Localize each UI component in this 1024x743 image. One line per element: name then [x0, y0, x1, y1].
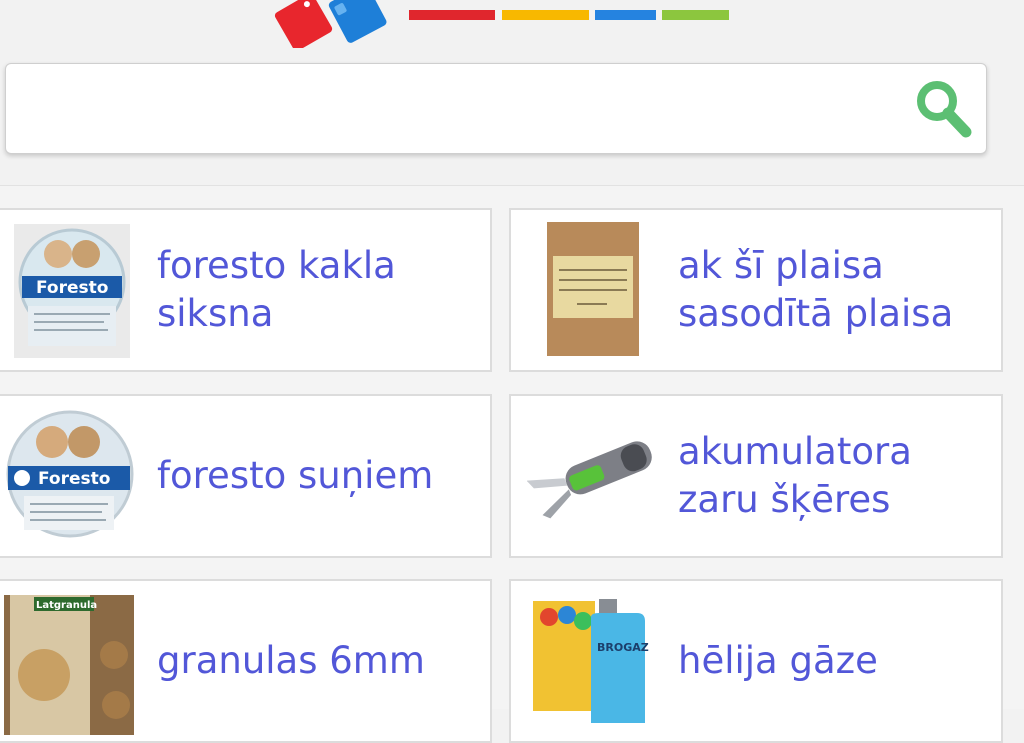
brand-stripe-green [662, 10, 729, 20]
pruning-shears-image [527, 441, 652, 519]
product-card[interactable]: BROGAZ hēlija gāze [509, 579, 1003, 743]
brand-stripe-red [409, 10, 495, 20]
search-bar [5, 63, 987, 154]
brand-stripe-blue [595, 10, 656, 20]
product-label[interactable]: foresto kakla siksna [157, 242, 467, 338]
greeting-card-image [547, 222, 639, 356]
product-card[interactable]: Foresto foresto kakla siksna [0, 208, 492, 372]
product-label[interactable]: granulas 6mm [157, 637, 477, 685]
site-header [0, 0, 1024, 186]
svg-text:Latgranula: Latgranula [36, 600, 97, 611]
svg-text:BROGAZ: BROGAZ [597, 641, 649, 654]
product-label[interactable]: hēlija gāze [678, 637, 998, 685]
site-logo[interactable] [268, 0, 398, 48]
search-button[interactable] [910, 76, 980, 142]
search-icon [917, 81, 972, 138]
product-grid: Foresto foresto kakla siksna ak šī plais… [0, 186, 1024, 743]
product-card[interactable]: Foresto foresto suņiem [0, 394, 492, 558]
foresto-dog-collar-image: Foresto [6, 410, 134, 538]
product-card[interactable]: Latgranula granulas 6mm [0, 579, 492, 743]
foresto-collar-image: Foresto [14, 224, 130, 358]
helium-tank-image: BROGAZ [533, 599, 649, 723]
brand-stripe-yellow [502, 10, 589, 20]
svg-text:Foresto: Foresto [38, 469, 110, 489]
product-card[interactable]: ak šī plaisa sasodītā plaisa [509, 208, 1003, 372]
svg-text:Foresto: Foresto [36, 278, 108, 298]
product-label[interactable]: foresto suņiem [157, 452, 477, 500]
product-label[interactable]: ak šī plaisa sasodītā plaisa [678, 242, 988, 338]
product-label[interactable]: akumulatora zaru šķēres [678, 428, 998, 524]
search-input[interactable] [18, 76, 902, 144]
product-card[interactable]: akumulatora zaru šķēres [509, 394, 1003, 558]
wood-pellets-image: Latgranula [4, 595, 134, 735]
